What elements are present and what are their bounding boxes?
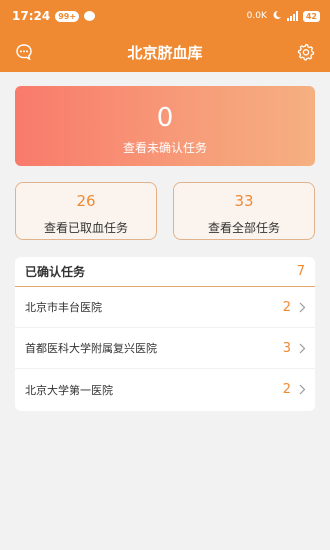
collected-tasks-card[interactable]: 26 查看已取血任务: [15, 182, 157, 240]
message-notification-icon: [84, 11, 96, 21]
chevron-right-icon: [299, 342, 307, 354]
hospital-name: 首都医科大学附属复兴医院: [25, 342, 157, 355]
hospital-name: 北京大学第一医院: [25, 383, 113, 397]
status-time: 17:24: [12, 9, 51, 23]
signal-icon: [286, 11, 298, 21]
navbar: 北京脐血库: [0, 32, 330, 72]
chevron-right-icon: [299, 384, 307, 396]
unconfirmed-tasks-card[interactable]: 0 查看未确认任务: [15, 86, 315, 166]
confirmed-title: 已确认任务: [25, 265, 86, 279]
chevron-right-icon: [299, 301, 307, 313]
collected-label: 查看已取血任务: [43, 221, 128, 235]
battery-level: 42: [302, 10, 320, 22]
confirmed-total: 7: [296, 264, 305, 279]
collected-count: 26: [76, 192, 96, 210]
settings-gear-icon[interactable]: [296, 42, 316, 62]
hospital-count: 3: [282, 340, 291, 356]
confirmed-header: 已确认任务 7: [15, 257, 315, 287]
hospital-count: 2: [282, 299, 291, 315]
all-label: 查看全部任务: [207, 221, 280, 235]
hospital-name: 北京市丰台医院: [25, 301, 102, 314]
all-tasks-card[interactable]: 33 查看全部任务: [173, 182, 315, 240]
status-right: 0.0K 42: [247, 10, 320, 23]
hospital-count: 2: [282, 382, 291, 397]
moon-icon: [272, 10, 282, 23]
unconfirmed-label: 查看未确认任务: [122, 141, 207, 155]
hospital-row[interactable]: 北京大学第一医院 2: [15, 369, 315, 410]
hospital-row[interactable]: 首都医科大学附属复兴医院 3: [15, 328, 315, 369]
confirmed-tasks-panel: 已确认任务 7 北京市丰台医院 2 首都医科大学附属复兴医院 3 北京大学第一医…: [15, 257, 315, 411]
notification-badge: 99+: [55, 10, 80, 22]
status-bar: 17:24 99+ 0.0K 42: [0, 0, 330, 32]
app-header: 17:24 99+ 0.0K 42 北京脐血库: [0, 0, 330, 72]
message-icon[interactable]: [14, 42, 34, 62]
page-title: 北京脐血库: [127, 43, 203, 62]
unconfirmed-count: 0: [156, 103, 174, 133]
net-speed: 0.0K: [246, 11, 267, 21]
all-count: 33: [234, 192, 254, 210]
hospital-row[interactable]: 北京市丰台医院 2: [15, 287, 315, 328]
